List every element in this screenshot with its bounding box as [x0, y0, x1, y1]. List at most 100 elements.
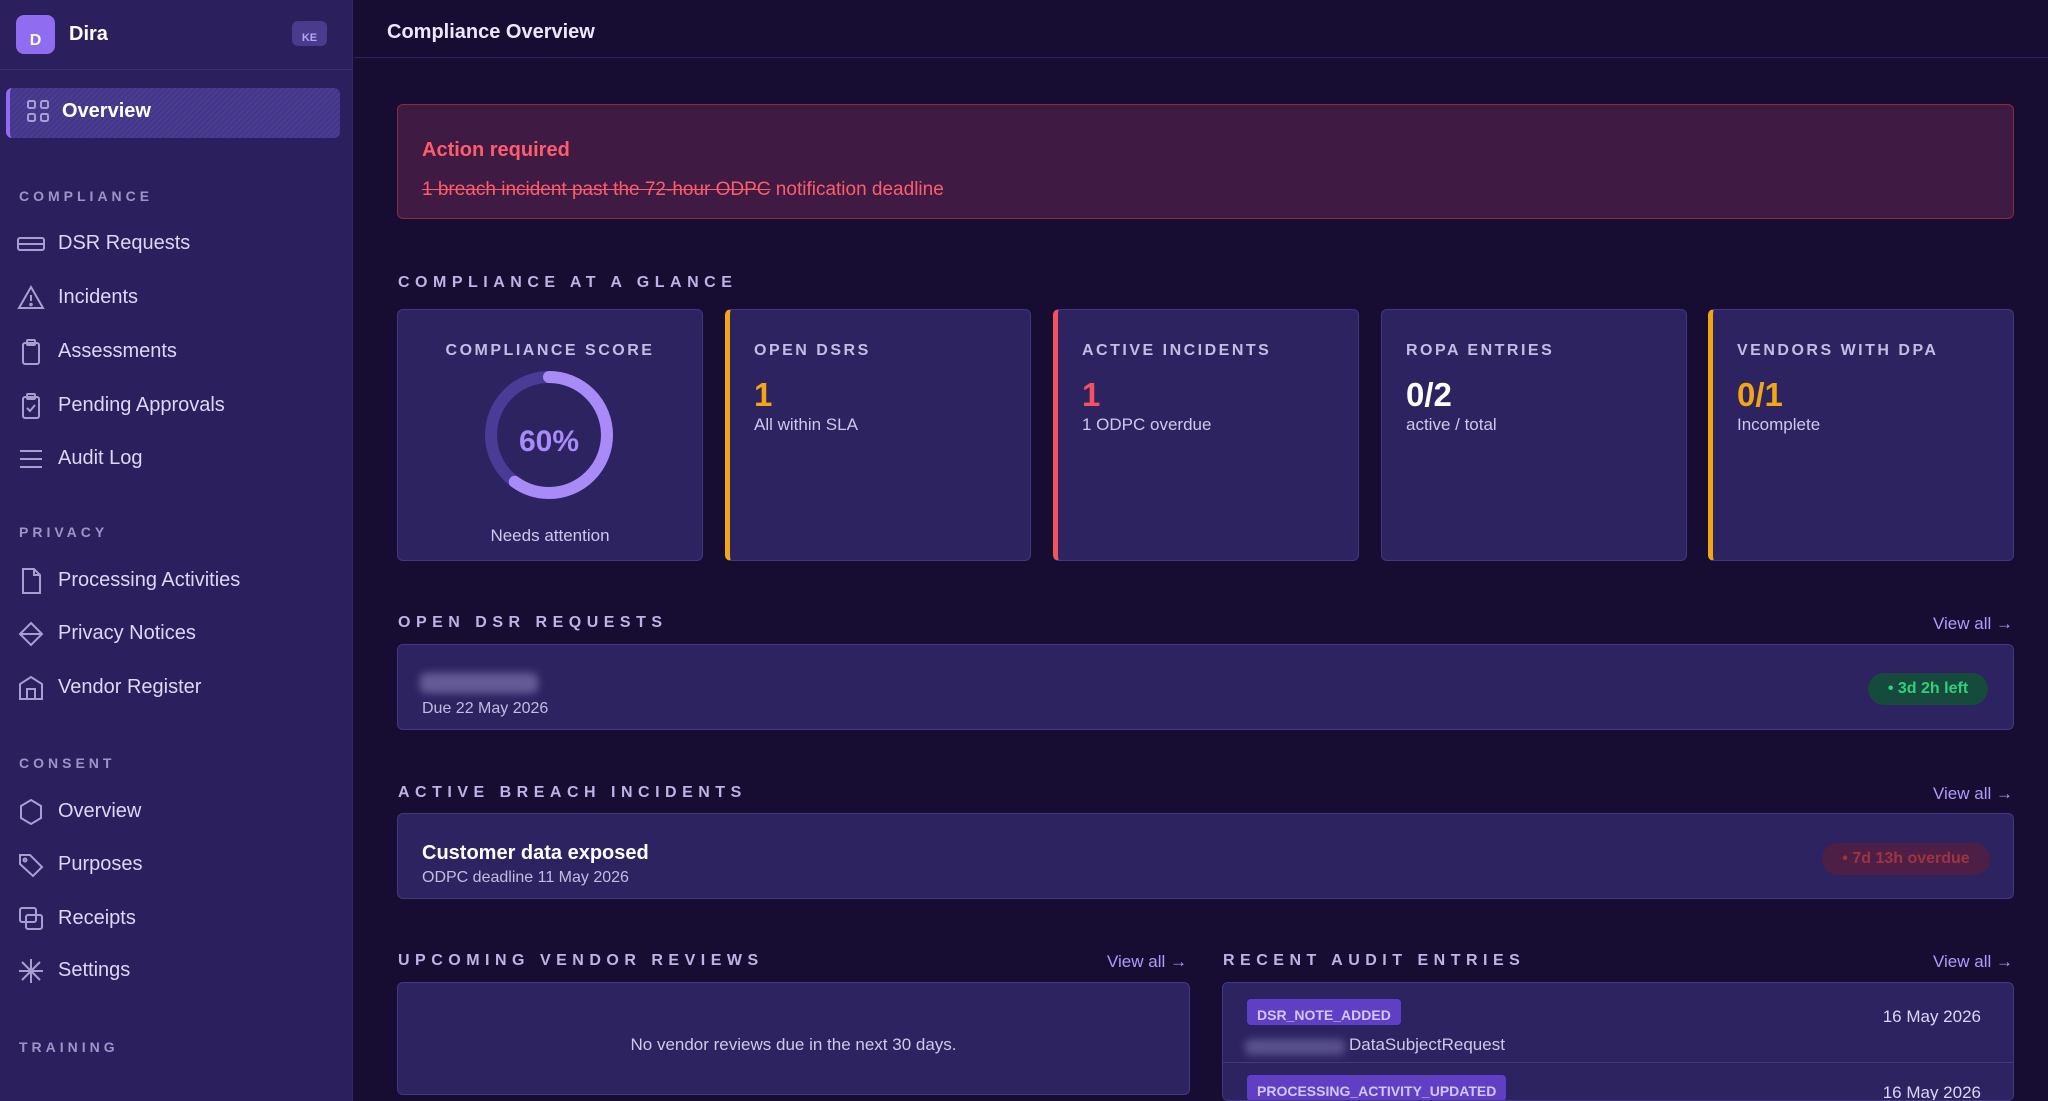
- brand-name: Dira: [69, 23, 108, 45]
- brand-avatar: D: [16, 15, 55, 54]
- audit-action-tag: DSR_NOTE_ADDED: [1247, 999, 1401, 1025]
- alert-message-struck: 1 breach incident past the 72-hour ODPC: [422, 179, 771, 200]
- sidebar-item-label: Overview: [62, 100, 151, 122]
- redacted-requester-name: [420, 673, 538, 693]
- section-title-privacy: PRIVACY: [19, 524, 109, 540]
- sidebar-item-pending-approvals[interactable]: Pending Approvals: [0, 386, 353, 426]
- section-title-compliance: COMPLIANCE: [19, 188, 154, 204]
- inbox-icon: [17, 230, 45, 258]
- vendor-reviews-panel: No vendor reviews due in the next 30 day…: [397, 982, 1190, 1095]
- sidebar-item-label: Receipts: [58, 907, 136, 929]
- dsr-due-date: Due 22 May 2026: [422, 700, 549, 717]
- audit-entry-row[interactable]: PROCESSING_ACTIVITY_UPDATED 16 May 2026: [1223, 1063, 2013, 1101]
- empty-state-message: No vendor reviews due in the next 30 day…: [630, 1035, 957, 1054]
- audit-entries-panel: DSR_NOTE_ADDED 16 May 2026 DataSubjectRe…: [1222, 982, 2014, 1101]
- section-heading-audit: RECENT AUDIT ENTRIES: [1223, 952, 1526, 969]
- list-icon: [17, 445, 45, 473]
- card-sub: Incomplete: [1737, 415, 1821, 434]
- sidebar-item-label: Audit Log: [58, 447, 143, 469]
- audit-date: 16 May 2026: [1882, 1083, 1981, 1101]
- vendors-with-dpa-card[interactable]: VENDORS WITH DPA 0/1 Incomplete: [1708, 309, 2014, 561]
- breach-incident-row[interactable]: Customer data exposed ODPC deadline 11 M…: [397, 813, 2014, 899]
- page-title: Compliance Overview: [387, 21, 595, 43]
- card-label: ACTIVE INCIDENTS: [1082, 342, 1272, 359]
- sidebar-item-dsr-requests[interactable]: DSR Requests: [0, 224, 353, 264]
- top-bar: Compliance Overview: [354, 0, 2048, 58]
- sidebar-item-processing-activities[interactable]: Processing Activities: [0, 561, 353, 601]
- sidebar-item-incidents[interactable]: Incidents: [0, 278, 353, 318]
- sidebar-item-vendor-register[interactable]: Vendor Register: [0, 668, 353, 708]
- sidebar-item-label: Purposes: [58, 853, 143, 875]
- audit-view-all-link[interactable]: View all →: [1933, 952, 2013, 972]
- sidebar-item-settings[interactable]: Settings: [0, 951, 353, 991]
- action-required-alert: Action required 1 breach incident past t…: [397, 104, 2014, 219]
- card-value: 0/1: [1737, 376, 1783, 413]
- sidebar-item-label: Vendor Register: [58, 676, 202, 698]
- section-heading-vendor-reviews: UPCOMING VENDOR REVIEWS: [398, 952, 764, 969]
- sidebar-item-label: Incidents: [58, 286, 139, 308]
- warning-icon: [17, 284, 45, 312]
- asterisk-icon: [17, 957, 45, 985]
- sidebar-item-label: Pending Approvals: [58, 394, 225, 416]
- sidebar-item-overview[interactable]: Overview: [6, 88, 340, 138]
- clipboard-check-icon: [17, 392, 45, 420]
- redacted-actor: [1245, 1039, 1345, 1055]
- section-heading-dsr: OPEN DSR REQUESTS: [398, 614, 668, 631]
- sidebar-item-privacy-notices[interactable]: Privacy Notices: [0, 614, 353, 654]
- compliance-score-card: COMPLIANCE SCORE 60% Needs attention: [397, 309, 703, 561]
- score-value: 60%: [518, 425, 580, 458]
- diamond-icon: [17, 620, 45, 648]
- card-sub: 1 ODPC overdue: [1082, 415, 1212, 434]
- card-sub: active / total: [1406, 415, 1497, 434]
- tag-icon: [17, 851, 45, 879]
- sidebar-item-label: DSR Requests: [58, 232, 191, 254]
- card-sub: All within SLA: [754, 415, 858, 434]
- sidebar-item-label: Assessments: [58, 340, 177, 362]
- sidebar-item-label: Privacy Notices: [58, 622, 196, 644]
- alert-message-rest: notification deadline: [770, 179, 944, 200]
- score-label: COMPLIANCE SCORE: [445, 342, 655, 359]
- sidebar-item-purposes[interactable]: Purposes: [0, 845, 353, 885]
- sidebar-item-receipts[interactable]: Receipts: [0, 899, 353, 939]
- open-dsrs-card[interactable]: OPEN DSRS 1 All within SLA: [725, 309, 1031, 561]
- section-heading-breach: ACTIVE BREACH INCIDENTS: [398, 784, 747, 801]
- audit-action-tag: PROCESSING_ACTIVITY_UPDATED: [1247, 1075, 1507, 1100]
- sla-status-badge: • 3d 2h left: [1868, 673, 1988, 705]
- sidebar-item-consent-overview[interactable]: Overview: [0, 792, 353, 832]
- card-value: 1: [1082, 376, 1101, 413]
- incident-deadline: ODPC deadline 11 May 2026: [422, 869, 629, 886]
- vendor-reviews-view-all-link[interactable]: View all →: [1107, 952, 1187, 972]
- card-value: 0/2: [1406, 376, 1452, 413]
- copy-icon: [17, 905, 45, 933]
- sidebar-item-assessments[interactable]: Assessments: [0, 332, 353, 372]
- audit-entity: DataSubjectRequest: [1349, 1035, 1505, 1054]
- ropa-entries-card[interactable]: ROPA ENTRIES 0/2 active / total: [1381, 309, 1687, 561]
- sidebar-item-label: Overview: [58, 800, 142, 822]
- audit-entry-row[interactable]: DSR_NOTE_ADDED 16 May 2026 DataSubjectRe…: [1223, 983, 2013, 1063]
- alert-message: 1 breach incident past the 72-hour ODPC …: [422, 179, 944, 201]
- section-heading-glance: COMPLIANCE AT A GLANCE: [398, 274, 738, 291]
- card-label: ROPA ENTRIES: [1406, 342, 1555, 359]
- sidebar-item-label: Settings: [58, 959, 131, 981]
- region-badge[interactable]: KE: [292, 21, 327, 46]
- overdue-badge: • 7d 13h overdue: [1822, 843, 1990, 875]
- audit-date: 16 May 2026: [1882, 1007, 1981, 1026]
- section-title-consent: CONSENT: [19, 755, 116, 771]
- clipboard-icon: [17, 338, 45, 366]
- incident-title: Customer data exposed: [422, 842, 649, 864]
- card-value: 1: [754, 376, 773, 413]
- document-icon: [17, 567, 45, 595]
- grid-icon: [24, 98, 52, 126]
- sidebar-item-audit-log[interactable]: Audit Log: [0, 439, 353, 479]
- alert-title: Action required: [422, 139, 570, 161]
- hexagon-icon: [17, 798, 45, 826]
- dsr-request-row[interactable]: Due 22 May 2026 • 3d 2h left: [397, 644, 2014, 730]
- breach-view-all-link[interactable]: View all →: [1933, 784, 2013, 804]
- section-title-training: TRAINING: [19, 1039, 119, 1055]
- active-incidents-card[interactable]: ACTIVE INCIDENTS 1 1 ODPC overdue: [1053, 309, 1359, 561]
- dsr-view-all-link[interactable]: View all →: [1933, 614, 2013, 634]
- sidebar-item-label: Processing Activities: [58, 569, 241, 591]
- card-label: OPEN DSRS: [754, 342, 871, 359]
- score-status: Needs attention: [490, 526, 610, 545]
- building-icon: [17, 674, 45, 702]
